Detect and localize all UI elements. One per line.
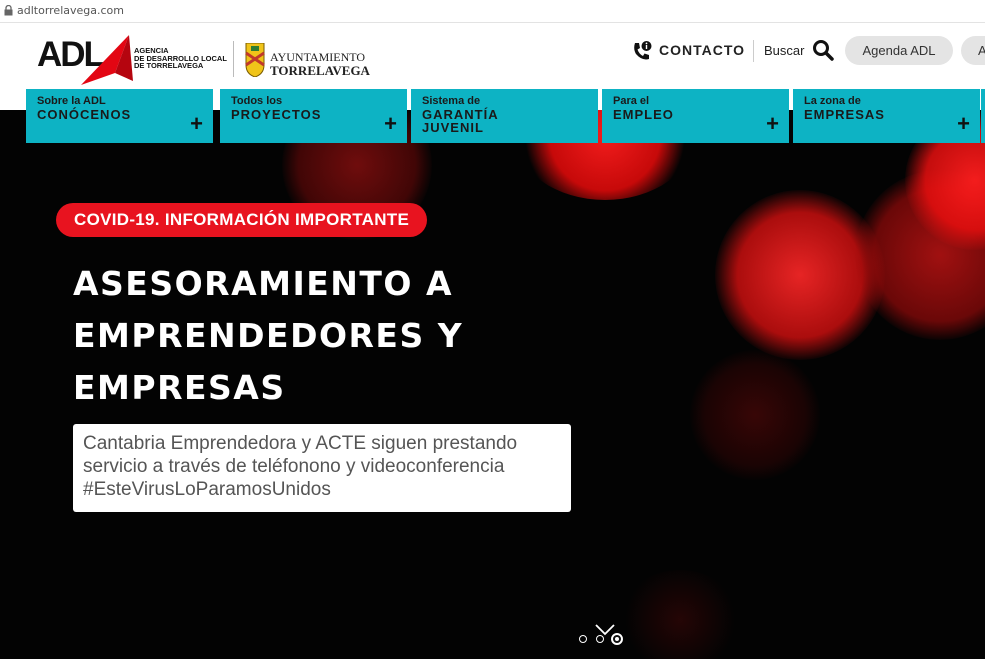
- plus-icon[interactable]: +: [190, 113, 203, 135]
- cut-off-header-button[interactable]: A: [961, 36, 985, 65]
- nav-tile-conocenos[interactable]: Sobre la ADL CONÓCENOS +: [26, 89, 213, 143]
- lock-icon: [4, 5, 13, 16]
- sail-logo-icon: [81, 35, 133, 85]
- browser-address-bar[interactable]: adltorrelavega.com: [0, 0, 985, 23]
- agenda-adl-button[interactable]: Agenda ADL: [845, 36, 953, 65]
- nav-tile-proyectos[interactable]: Todos los PROYECTOS +: [220, 89, 407, 143]
- header-divider: [753, 40, 754, 62]
- phone-info-icon[interactable]: [630, 40, 654, 64]
- site-header: ADL AGENCIA DE DESARROLLO LOCAL DE TORRE…: [0, 23, 985, 89]
- hero-description: Cantabria Emprendedora y ACTE siguen pre…: [73, 424, 571, 512]
- plus-icon[interactable]: +: [766, 113, 779, 135]
- url-text: adltorrelavega.com: [17, 4, 124, 17]
- adl-subtitle: AGENCIA DE DESARROLLO LOCAL DE TORRELAVE…: [134, 46, 227, 70]
- carousel-dot-1[interactable]: [579, 635, 587, 643]
- coat-of-arms-icon: [245, 43, 265, 77]
- bokeh-light: [620, 570, 740, 659]
- contact-link[interactable]: CONTACTO: [659, 42, 745, 58]
- logo-divider: [233, 41, 234, 77]
- nav-tile-garantia-juvenil[interactable]: Sistema de GARANTÍA JUVENIL: [411, 89, 598, 143]
- chevron-down-icon[interactable]: [594, 623, 616, 637]
- covid-info-badge[interactable]: COVID-19. INFORMACIÓN IMPORTANTE: [56, 203, 428, 237]
- plus-icon[interactable]: +: [384, 113, 397, 135]
- search-link[interactable]: Buscar: [764, 43, 804, 58]
- nav-tile-empresas[interactable]: La zona de EMPRESAS +: [793, 89, 980, 143]
- hero-headline: ASESORAMIENTO A EMPRENDEDORES Y EMPRESAS: [73, 264, 464, 407]
- nav-tile-partial[interactable]: [981, 89, 985, 143]
- bokeh-light: [690, 350, 820, 480]
- hero-carousel: COVID-19. INFORMACIÓN IMPORTANTE ASESORA…: [0, 110, 985, 659]
- ayuntamiento-logo[interactable]: AYUNTAMIENTO TORRELAVEGA: [270, 51, 370, 78]
- search-icon[interactable]: [812, 39, 834, 61]
- adl-logo[interactable]: ADL: [37, 33, 137, 88]
- plus-icon[interactable]: +: [957, 113, 970, 135]
- nav-tile-empleo[interactable]: Para el EMPLEO +: [602, 89, 789, 143]
